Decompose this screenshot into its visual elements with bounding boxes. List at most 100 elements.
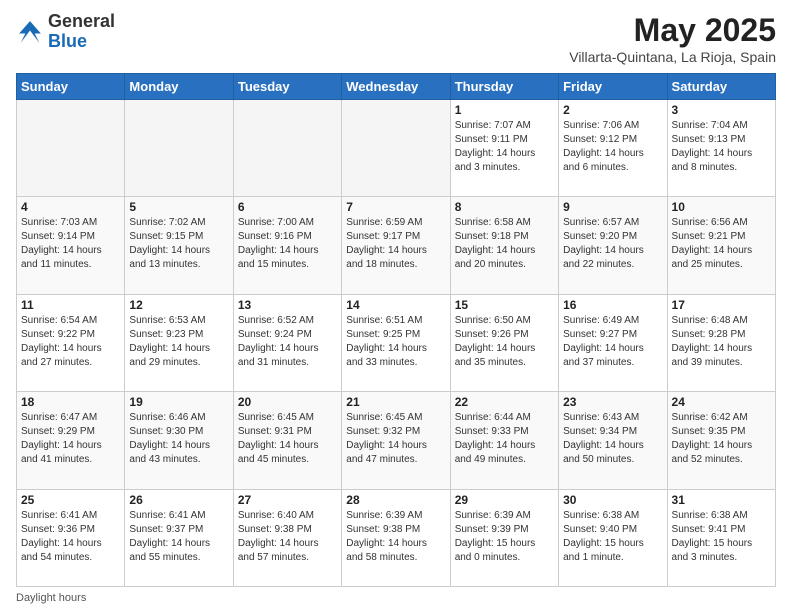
header: General Blue May 2025 Villarta-Quintana,…: [16, 12, 776, 65]
logo-general: General: [48, 11, 115, 31]
day-info: Sunrise: 6:59 AM Sunset: 9:17 PM Dayligh…: [346, 216, 445, 272]
calendar-day-25: 25 Sunrise: 6:41 AM Sunset: 9:36 PM Dayli…: [17, 489, 125, 586]
day-info: Sunrise: 6:54 AM Sunset: 9:22 PM Dayligh…: [21, 314, 120, 370]
day-number: 24: [672, 395, 771, 409]
day-info: Sunrise: 6:48 AM Sunset: 9:28 PM Dayligh…: [672, 314, 771, 370]
day-number: 15: [455, 298, 554, 312]
calendar-header-thursday: Thursday: [450, 74, 558, 100]
day-number: 5: [129, 200, 228, 214]
day-info: Sunrise: 6:52 AM Sunset: 9:24 PM Dayligh…: [238, 314, 337, 370]
day-number: 10: [672, 200, 771, 214]
calendar-day-6: 6 Sunrise: 7:00 AM Sunset: 9:16 PM Daylig…: [233, 197, 341, 294]
day-number: 26: [129, 493, 228, 507]
day-info: Sunrise: 6:38 AM Sunset: 9:41 PM Dayligh…: [672, 509, 771, 565]
day-info: Sunrise: 6:56 AM Sunset: 9:21 PM Dayligh…: [672, 216, 771, 272]
calendar-header-row: SundayMondayTuesdayWednesdayThursdayFrid…: [17, 74, 776, 100]
calendar-week-3: 18 Sunrise: 6:47 AM Sunset: 9:29 PM Dayli…: [17, 392, 776, 489]
calendar-day-15: 15 Sunrise: 6:50 AM Sunset: 9:26 PM Dayli…: [450, 294, 558, 391]
calendar-table: SundayMondayTuesdayWednesdayThursdayFrid…: [16, 73, 776, 587]
month-title: May 2025: [569, 12, 776, 49]
calendar-day-empty: [233, 100, 341, 197]
calendar-header-wednesday: Wednesday: [342, 74, 450, 100]
logo-text: General Blue: [48, 12, 115, 52]
day-info: Sunrise: 6:43 AM Sunset: 9:34 PM Dayligh…: [563, 411, 662, 467]
calendar-header-sunday: Sunday: [17, 74, 125, 100]
day-number: 30: [563, 493, 662, 507]
calendar-day-4: 4 Sunrise: 7:03 AM Sunset: 9:14 PM Daylig…: [17, 197, 125, 294]
calendar-day-7: 7Sunrise: 6:59 AM Sunset: 9:17 PM Daylig…: [342, 197, 450, 294]
day-number: 6: [238, 200, 337, 214]
day-number: 13: [238, 298, 337, 312]
page: General Blue May 2025 Villarta-Quintana,…: [0, 0, 792, 612]
logo: General Blue: [16, 12, 115, 52]
day-info: Sunrise: 6:44 AM Sunset: 9:33 PM Dayligh…: [455, 411, 554, 467]
day-info: Sunrise: 6:39 AM Sunset: 9:38 PM Dayligh…: [346, 509, 445, 565]
day-info: Sunrise: 6:51 AM Sunset: 9:25 PM Dayligh…: [346, 314, 445, 370]
day-number: 31: [672, 493, 771, 507]
day-number: 1: [455, 103, 554, 117]
day-number: 28: [346, 493, 445, 507]
day-number: 18: [21, 395, 120, 409]
day-number: 8: [455, 200, 554, 214]
calendar-day-26: 26 Sunrise: 6:41 AM Sunset: 9:37 PM Dayli…: [125, 489, 233, 586]
day-info: Sunrise: 6:40 AM Sunset: 9:38 PM Dayligh…: [238, 509, 337, 565]
day-number: 19: [129, 395, 228, 409]
day-number: 21: [346, 395, 445, 409]
location: Villarta-Quintana, La Rioja, Spain: [569, 49, 776, 65]
calendar-day-5: 5Sunrise: 7:02 AM Sunset: 9:15 PM Daylig…: [125, 197, 233, 294]
day-number: 25: [21, 493, 120, 507]
calendar-day-8: 8 Sunrise: 6:58 AM Sunset: 9:18 PM Daylig…: [450, 197, 558, 294]
calendar-day-31: 31 Sunrise: 6:38 AM Sunset: 9:41 PM Dayli…: [667, 489, 775, 586]
calendar-day-9: 9Sunrise: 6:57 AM Sunset: 9:20 PM Daylig…: [559, 197, 667, 294]
day-info: Sunrise: 7:00 AM Sunset: 9:16 PM Dayligh…: [238, 216, 337, 272]
calendar-header-tuesday: Tuesday: [233, 74, 341, 100]
day-number: 29: [455, 493, 554, 507]
calendar-day-10: 10 Sunrise: 6:56 AM Sunset: 9:21 PM Dayli…: [667, 197, 775, 294]
calendar-day-23: 23Sunrise: 6:43 AM Sunset: 9:34 PM Dayli…: [559, 392, 667, 489]
day-info: Sunrise: 6:42 AM Sunset: 9:35 PM Dayligh…: [672, 411, 771, 467]
day-number: 17: [672, 298, 771, 312]
day-info: Sunrise: 6:58 AM Sunset: 9:18 PM Dayligh…: [455, 216, 554, 272]
day-number: 3: [672, 103, 771, 117]
day-number: 27: [238, 493, 337, 507]
calendar-week-1: 4 Sunrise: 7:03 AM Sunset: 9:14 PM Daylig…: [17, 197, 776, 294]
day-number: 12: [129, 298, 228, 312]
daylight-label: Daylight hours: [16, 592, 86, 604]
calendar-day-20: 20Sunrise: 6:45 AM Sunset: 9:31 PM Dayli…: [233, 392, 341, 489]
calendar-week-2: 11Sunrise: 6:54 AM Sunset: 9:22 PM Dayli…: [17, 294, 776, 391]
day-info: Sunrise: 6:47 AM Sunset: 9:29 PM Dayligh…: [21, 411, 120, 467]
footer-note: Daylight hours: [16, 592, 776, 604]
day-number: 16: [563, 298, 662, 312]
calendar-day-29: 29Sunrise: 6:39 AM Sunset: 9:39 PM Dayli…: [450, 489, 558, 586]
day-info: Sunrise: 6:53 AM Sunset: 9:23 PM Dayligh…: [129, 314, 228, 370]
day-info: Sunrise: 6:50 AM Sunset: 9:26 PM Dayligh…: [455, 314, 554, 370]
day-info: Sunrise: 6:45 AM Sunset: 9:32 PM Dayligh…: [346, 411, 445, 467]
calendar-header-friday: Friday: [559, 74, 667, 100]
day-info: Sunrise: 6:46 AM Sunset: 9:30 PM Dayligh…: [129, 411, 228, 467]
calendar-day-1: 1Sunrise: 7:07 AM Sunset: 9:11 PM Daylig…: [450, 100, 558, 197]
calendar-day-30: 30 Sunrise: 6:38 AM Sunset: 9:40 PM Dayli…: [559, 489, 667, 586]
calendar-day-16: 16Sunrise: 6:49 AM Sunset: 9:27 PM Dayli…: [559, 294, 667, 391]
calendar-day-19: 19 Sunrise: 6:46 AM Sunset: 9:30 PM Dayli…: [125, 392, 233, 489]
day-info: Sunrise: 6:41 AM Sunset: 9:36 PM Dayligh…: [21, 509, 120, 565]
day-number: 14: [346, 298, 445, 312]
generalblue-icon: [16, 18, 44, 46]
day-info: Sunrise: 6:38 AM Sunset: 9:40 PM Dayligh…: [563, 509, 662, 565]
calendar-day-empty: [125, 100, 233, 197]
calendar-day-3: 3Sunrise: 7:04 AM Sunset: 9:13 PM Daylig…: [667, 100, 775, 197]
calendar-day-22: 22Sunrise: 6:44 AM Sunset: 9:33 PM Dayli…: [450, 392, 558, 489]
day-number: 20: [238, 395, 337, 409]
day-info: Sunrise: 7:03 AM Sunset: 9:14 PM Dayligh…: [21, 216, 120, 272]
day-info: Sunrise: 6:41 AM Sunset: 9:37 PM Dayligh…: [129, 509, 228, 565]
calendar-day-empty: [17, 100, 125, 197]
title-block: May 2025 Villarta-Quintana, La Rioja, Sp…: [569, 12, 776, 65]
calendar-week-0: 1Sunrise: 7:07 AM Sunset: 9:11 PM Daylig…: [17, 100, 776, 197]
calendar-week-4: 25 Sunrise: 6:41 AM Sunset: 9:36 PM Dayli…: [17, 489, 776, 586]
calendar-day-12: 12 Sunrise: 6:53 AM Sunset: 9:23 PM Dayli…: [125, 294, 233, 391]
calendar-day-13: 13 Sunrise: 6:52 AM Sunset: 9:24 PM Dayli…: [233, 294, 341, 391]
day-number: 4: [21, 200, 120, 214]
calendar-day-empty: [342, 100, 450, 197]
calendar-day-18: 18 Sunrise: 6:47 AM Sunset: 9:29 PM Dayli…: [17, 392, 125, 489]
calendar-day-28: 28 Sunrise: 6:39 AM Sunset: 9:38 PM Dayli…: [342, 489, 450, 586]
day-info: Sunrise: 7:06 AM Sunset: 9:12 PM Dayligh…: [563, 119, 662, 175]
